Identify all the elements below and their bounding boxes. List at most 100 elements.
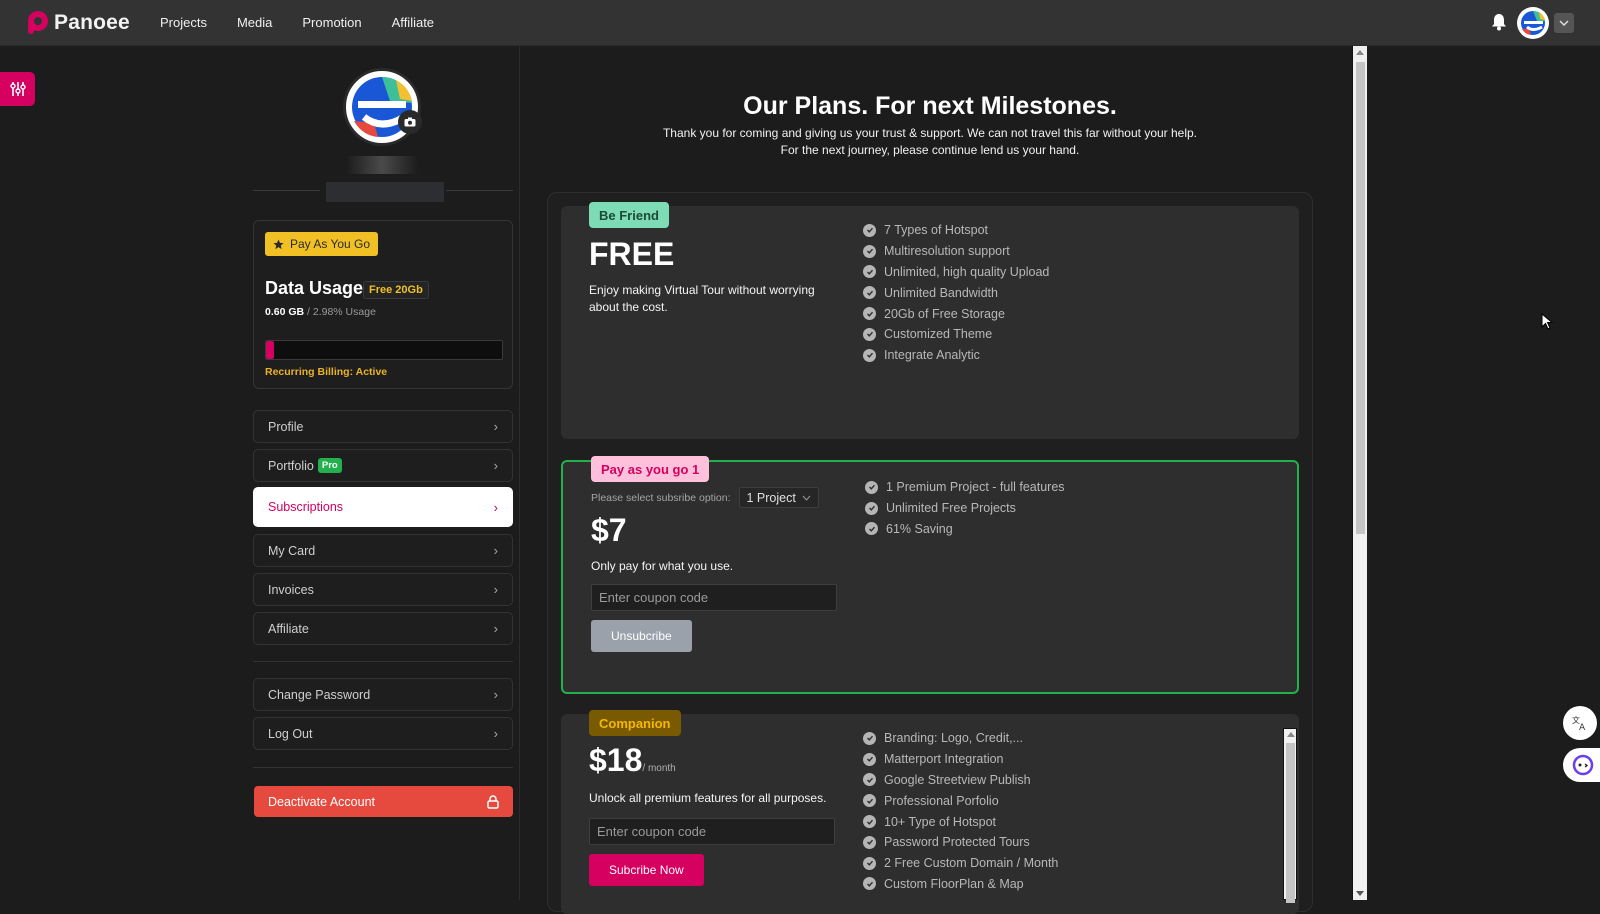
plan-feature-item: Matterport Integration	[863, 749, 1058, 770]
plan-feature-label: Customized Theme	[884, 327, 993, 342]
subscribe-option-row: Please select subsribe option: 1 Project	[591, 487, 819, 508]
settings-sliders-button[interactable]	[0, 72, 35, 106]
user-menu-dropdown[interactable]	[1554, 13, 1574, 33]
plan-description: Enjoy making Virtual Tour without worryi…	[589, 283, 815, 314]
chevron-down-icon	[1559, 20, 1569, 26]
notification-bell-icon[interactable]	[1491, 13, 1507, 31]
check-circle-icon	[863, 752, 876, 766]
data-usage-card: Pay As You Go Data Usage Free 20Gb 0.60 …	[253, 220, 513, 389]
check-circle-icon	[863, 265, 876, 279]
plan-feature-item: Unlimited Bandwidth	[863, 282, 1049, 303]
deactivate-label: Deactivate Account	[268, 794, 376, 809]
sidebar-item-profile[interactable]: Profile ›	[253, 410, 513, 443]
nav-projects[interactable]: Projects	[160, 15, 207, 30]
sidebar-item-log-out[interactable]: Log Out ›	[253, 717, 513, 750]
nav-media[interactable]: Media	[237, 15, 272, 30]
lock-icon	[487, 794, 499, 809]
page-subtitle-line-1: Thank you for coming and giving us your …	[662, 126, 1198, 140]
plan-tag: Pay as you go 1	[591, 456, 710, 482]
plan-feature-label: 61% Saving	[886, 521, 953, 536]
plan-feature-label: Password Protected Tours	[884, 835, 1030, 850]
plan-feature-item: Custom FloorPlan & Map	[863, 874, 1058, 895]
plan-feature-label: Unlimited, high quality Upload	[884, 264, 1050, 279]
chatbot-icon	[1572, 754, 1594, 776]
chevron-right-icon: ›	[493, 458, 498, 473]
sidebar-item-label: Subscriptions	[268, 500, 344, 514]
check-circle-icon	[863, 327, 876, 341]
plan-feature-item: 2 Free Custom Domain / Month	[863, 853, 1058, 874]
sidebar-item-portfolio[interactable]: Portfolio Pro ›	[253, 449, 513, 482]
recurring-billing-status: Recurring Billing: Active	[265, 366, 387, 378]
plan-feature-item: Branding: Logo, Credit,...	[863, 728, 1058, 749]
chat-assistant-button[interactable]	[1563, 748, 1600, 782]
plan-feature-item: Multiresolution support	[863, 241, 1049, 262]
plan-feature-label: 1 Premium Project - full features	[886, 480, 1065, 495]
scrollbar-thumb[interactable]	[1286, 743, 1295, 903]
plan-description: Unlock all premium features for all purp…	[589, 791, 827, 805]
panoee-logo-icon	[28, 11, 48, 34]
check-circle-icon	[863, 223, 876, 237]
scroll-up-arrow-icon[interactable]	[1287, 732, 1295, 737]
sidebar-item-label: My Card	[268, 543, 316, 558]
coupon-code-input[interactable]	[591, 584, 837, 611]
check-circle-icon	[863, 286, 876, 300]
main-nav: Projects Media Promotion Affiliate	[160, 15, 434, 30]
divider	[253, 767, 513, 768]
data-usage-title: Data Usage	[265, 278, 364, 298]
chevron-right-icon: ›	[493, 726, 498, 741]
subscribe-option-value: 1 Project	[746, 490, 796, 505]
sidebar-item-my-card[interactable]: My Card ›	[253, 534, 513, 567]
plan-feature-label: Branding: Logo, Credit,...	[884, 731, 1023, 746]
plan-feature-item: Unlimited, high quality Upload	[863, 262, 1049, 283]
chevron-down-icon	[802, 495, 811, 501]
deactivate-account-button[interactable]: Deactivate Account	[254, 786, 513, 817]
user-avatar[interactable]	[1517, 7, 1549, 39]
plan-tag: Be Friend	[589, 202, 669, 228]
translate-button[interactable]: 文 A	[1563, 706, 1597, 740]
page-subtitle-line-2: For the next journey, please continue le…	[780, 143, 1080, 157]
plan-feature-item: 20Gb of Free Storage	[863, 303, 1049, 324]
plan-price-amount: $18	[589, 742, 643, 778]
sidebar-item-invoices[interactable]: Invoices ›	[253, 573, 513, 606]
nav-affiliate[interactable]: Affiliate	[392, 15, 434, 30]
translate-icon: 文 A	[1572, 715, 1586, 732]
brand-logo[interactable]: Panoee	[25, 10, 130, 35]
profile-avatar[interactable]	[343, 68, 421, 146]
usage-used: 0.60 GB	[265, 306, 305, 318]
sidebar-item-change-password[interactable]: Change Password ›	[253, 678, 513, 711]
scroll-down-arrow-icon[interactable]	[1356, 891, 1364, 896]
subscribe-option-select[interactable]: 1 Project	[738, 487, 819, 508]
check-circle-icon	[863, 307, 876, 321]
chevron-right-icon: ›	[493, 499, 498, 515]
divider	[253, 661, 513, 662]
plan-feature-item: Unlimited Free Projects	[865, 498, 1065, 519]
check-circle-icon	[865, 501, 878, 515]
plan-feature-item: 10+ Type of Hotspot	[863, 811, 1058, 832]
plan-card-free: Be Friend FREE Enjoy making Virtual Tour…	[561, 202, 1299, 439]
plan-feature-item: Integrate Analytic	[863, 345, 1049, 366]
change-photo-button[interactable]	[398, 110, 422, 134]
plan-features: 1 Premium Project - full features Unlimit…	[865, 477, 1065, 539]
subscribe-now-button[interactable]: Subcribe Now	[589, 854, 704, 886]
coupon-code-input[interactable]	[589, 818, 835, 845]
page-scrollbar[interactable]	[1352, 46, 1367, 900]
sidebar-item-label: Invoices	[268, 582, 314, 597]
star-icon	[273, 238, 284, 249]
sidebar-item-subscriptions[interactable]: Subscriptions ›	[253, 487, 513, 527]
scrollbar-thumb[interactable]	[1356, 62, 1365, 534]
features-scrollbar[interactable]	[1283, 728, 1297, 903]
scroll-up-arrow-icon[interactable]	[1356, 50, 1364, 55]
check-circle-icon	[863, 856, 876, 870]
plan-price: FREE	[589, 236, 675, 272]
usage-progress-bar	[265, 340, 503, 360]
check-circle-icon	[863, 773, 876, 787]
sidebar-item-label: Profile	[268, 419, 304, 434]
nav-promotion[interactable]: Promotion	[302, 15, 361, 30]
plan-feature-item: Google Streetview Publish	[863, 770, 1058, 791]
sliders-icon	[9, 82, 26, 96]
unsubscribe-button[interactable]: Unsubcribe	[591, 620, 692, 652]
sidebar-item-affiliate[interactable]: Affiliate ›	[253, 612, 513, 645]
svg-text:A: A	[1579, 723, 1586, 732]
chevron-right-icon: ›	[493, 543, 498, 558]
divider	[446, 190, 513, 191]
